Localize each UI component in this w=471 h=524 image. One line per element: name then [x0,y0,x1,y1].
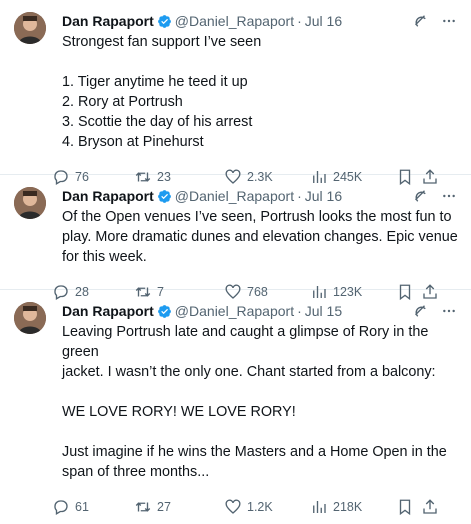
share-button[interactable] [421,498,439,516]
grok-icon[interactable] [411,187,429,210]
bookmark-icon [399,499,411,516]
tweet-text: Of the Open venues I’ve seen, Portrush l… [62,207,459,267]
verified-badge-icon [157,189,172,204]
tweet[interactable]: Dan Rapaport @Daniel_Rapaport · Jul 15 L… [0,290,471,516]
reply-icon [54,500,68,515]
tweet-line: Leaving Portrush late and caught a glimp… [62,324,429,360]
tweet-date[interactable]: Jul 16 [305,188,342,204]
reply-count: 61 [75,500,89,514]
tweet-header-actions [411,302,457,325]
verified-badge-icon [157,304,172,319]
more-icon[interactable] [441,188,457,209]
avatar[interactable] [14,187,46,219]
separator-dot: · [297,303,302,319]
tweet-line: 4. Bryson at Pinehurst [62,134,204,150]
tweet-line: Strongest fan support I’ve seen [62,34,262,50]
tweet-line [62,422,459,442]
tweet-line: WE LOVE RORY! WE LOVE RORY! [62,404,296,420]
tweet[interactable]: Dan Rapaport @Daniel_Rapaport · Jul 16 S… [0,0,471,186]
bookmark-button[interactable] [396,498,414,516]
author-handle[interactable]: @Daniel_Rapaport [175,303,294,319]
tweet-line: Just imagine if he wins the Masters and … [62,444,447,460]
tweet-line: span of three months... [62,464,210,480]
avatar[interactable] [14,12,46,44]
author-name[interactable]: Dan Rapaport [62,188,154,204]
verified-badge-icon [157,14,172,29]
tweet-line: jacket. I wasn’t the only one. Chant sta… [62,364,436,380]
views-button[interactable]: 218K [310,498,362,516]
tweet-line: 3. Scottie the day of his arrest [62,114,253,130]
retweet-icon [135,502,151,512]
grok-icon[interactable] [411,12,429,35]
tweet-line: for this week. [62,249,147,265]
like-button[interactable]: 1.2K [224,498,273,516]
tweet-line: play. More dramatic dunes and elevation … [62,229,458,245]
tweet-line: 1. Tiger anytime he teed it up [62,74,248,90]
share-icon [423,499,437,514]
separator-dot: · [297,188,302,204]
author-name[interactable]: Dan Rapaport [62,303,154,319]
tweet-header-actions [411,187,457,210]
more-icon[interactable] [441,13,457,34]
author-handle[interactable]: @Daniel_Rapaport [175,13,294,29]
author-name[interactable]: Dan Rapaport [62,13,154,29]
tweet-line [62,382,459,402]
tweet-date[interactable]: Jul 15 [305,303,342,319]
tweet-header: Dan Rapaport @Daniel_Rapaport · Jul 16 [62,10,459,32]
timeline-feed: Dan Rapaport @Daniel_Rapaport · Jul 16 S… [0,0,471,516]
tweet-date[interactable]: Jul 16 [305,13,342,29]
avatar[interactable] [14,302,46,334]
author-handle[interactable]: @Daniel_Rapaport [175,188,294,204]
tweet-line: Of the Open venues I’ve seen, Portrush l… [62,209,452,225]
separator-dot: · [297,13,302,29]
tweet-header-actions [411,12,457,35]
like-icon [225,499,241,514]
tweet-header: Dan Rapaport @Daniel_Rapaport · Jul 16 [62,185,459,207]
retweet-button[interactable]: 27 [134,498,171,516]
tweet[interactable]: Dan Rapaport @Daniel_Rapaport · Jul 16 O… [0,175,471,301]
tweet-header: Dan Rapaport @Daniel_Rapaport · Jul 15 [62,300,459,322]
retweet-count: 27 [157,500,171,514]
tweet-text: Strongest fan support I’ve seen 1. Tiger… [62,32,459,152]
reply-button[interactable]: 61 [52,498,89,516]
more-icon[interactable] [441,303,457,324]
like-count: 1.2K [247,500,273,514]
tweet-text: Leaving Portrush late and caught a glimp… [62,322,459,482]
tweet-line [62,52,459,72]
views-icon [313,501,326,513]
tweet-actions: 61 27 1.2K 218K [54,490,459,524]
views-count: 218K [333,500,363,514]
tweet-line: 2. Rory at Portrush [62,94,183,110]
grok-icon[interactable] [411,302,429,325]
